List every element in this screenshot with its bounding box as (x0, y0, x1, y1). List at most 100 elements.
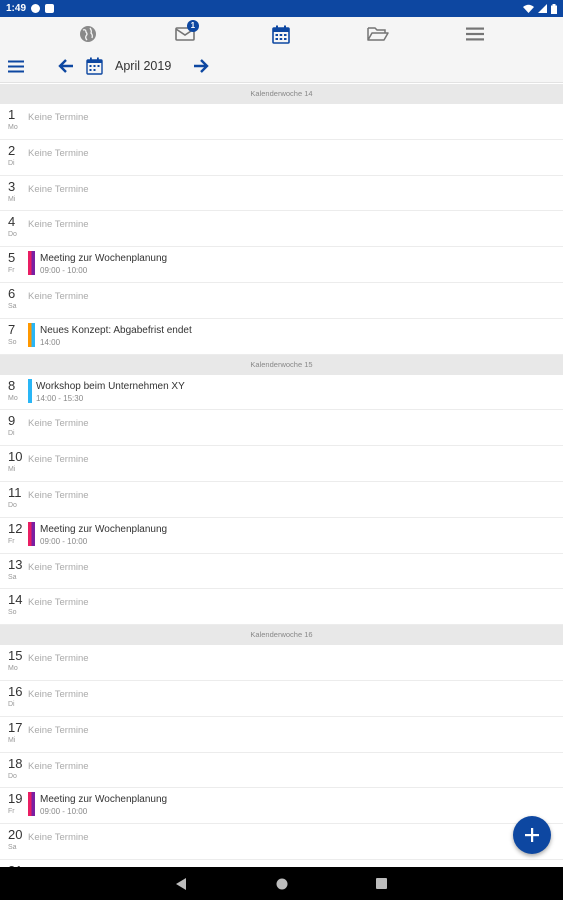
day-row[interactable]: 18 Do Keine Termine (0, 753, 563, 789)
plus-icon (525, 828, 539, 842)
calendar-list[interactable]: Kalenderwoche 14 1 Mo Keine Termine 2 Di Keine… (0, 84, 563, 867)
day-row[interactable]: 9 Di Keine Termine (0, 410, 563, 447)
system-nav-bar (0, 867, 563, 900)
day-number: 3 (8, 178, 16, 194)
arrow-left-icon[interactable] (56, 56, 76, 76)
day-row[interactable]: 19 Fr Meeting zur Wochenplanung 09:00 - 10:… (0, 788, 563, 825)
day-number: 12 (8, 520, 23, 536)
sd-card-icon (45, 4, 55, 13)
day-row[interactable]: 1 Mo Keine Termine (0, 104, 563, 140)
day-number: 20 (8, 827, 23, 843)
day-number: 15 (8, 648, 23, 664)
week-header: Kalenderwoche 15 (0, 354, 563, 375)
day-row[interactable]: 21SoKeine Termine (0, 860, 563, 867)
weekday-label: Mo (8, 665, 18, 673)
day-row[interactable]: 14 So Keine Termine (0, 589, 563, 626)
hamburger-icon[interactable] (6, 56, 26, 76)
day-row[interactable]: 6 Sa Keine Termine (0, 283, 563, 319)
add-event-button[interactable] (513, 816, 551, 854)
day-number: 2 (8, 142, 16, 158)
day-row[interactable]: 4 Do Keine Termine (0, 211, 563, 248)
day-row[interactable]: 20 Sa Keine Termine (0, 824, 563, 860)
mail-icon[interactable]: 1 (165, 19, 205, 49)
day-number: 13 (8, 556, 23, 572)
weekday-label: Di (8, 159, 15, 167)
day-number: 11 (8, 484, 22, 500)
weekday-label: Mi (8, 736, 16, 744)
event-title: Meeting zur Wochenplanung (40, 253, 168, 265)
no-events-label: Keine Termine (28, 147, 89, 159)
top-navigation: 1 (0, 17, 563, 51)
event-color-bar (28, 521, 35, 546)
event-color-bar (28, 322, 35, 347)
globe-icon[interactable] (68, 19, 108, 49)
day-row[interactable]: 8 Mo Workshop beim Unternehmen XY 14:00 - 1… (0, 375, 563, 411)
weekday-label: Fr (8, 808, 15, 816)
day-row[interactable]: 12 Fr Meeting zur Wochenplanung 09:00 - 10:… (0, 518, 563, 554)
no-events-label: Keine Termine (28, 760, 89, 772)
event-color-bar (28, 792, 35, 817)
day-number: 7 (8, 321, 16, 337)
no-events-label: Keine Termine (28, 219, 89, 231)
battery-icon (551, 3, 557, 14)
mail-badge: 1 (186, 20, 199, 32)
back-icon[interactable] (171, 873, 193, 895)
day-row[interactable]: 11 Do Keine Termine (0, 482, 563, 518)
day-number: 4 (8, 214, 16, 230)
weekday-label: Do (8, 772, 17, 780)
weekday-label: Sa (8, 573, 17, 581)
day-number: 6 (8, 285, 16, 301)
status-bar: 1:49 (0, 0, 563, 17)
day-row[interactable]: 7 So Neues Konzept: Abgabefrist endet 14:00 (0, 319, 563, 355)
week-header: Kalenderwoche 14 (0, 84, 563, 104)
weekday-label: Sa (8, 844, 17, 852)
wifi-icon (523, 4, 534, 13)
weekday-label: Do (8, 501, 17, 509)
day-row[interactable]: 3 Mi Keine Termine (0, 176, 563, 212)
day-row[interactable]: 2 Di Keine Termine (0, 140, 563, 176)
event-time: 14:00 (40, 337, 61, 347)
weekday-label: Di (8, 700, 15, 708)
weekday-label: Mo (8, 394, 18, 402)
calendar-small-icon[interactable] (84, 56, 104, 76)
day-number: 9 (8, 413, 16, 429)
weekday-label: So (8, 609, 17, 617)
weekday-label: Do (8, 231, 17, 239)
event-color-bar (28, 378, 32, 403)
day-number: 17 (8, 719, 23, 735)
event-time: 09:00 - 10:00 (40, 807, 88, 817)
event-title: Meeting zur Wochenplanung (40, 794, 168, 806)
day-number: 16 (8, 683, 23, 699)
day-row[interactable]: 5 Fr Meeting zur Wochenplanung 09:00 - 10:0… (0, 247, 563, 283)
no-events-label: Keine Termine (28, 724, 89, 736)
month-label[interactable]: April 2019 (115, 59, 171, 73)
event-title: Meeting zur Wochenplanung (40, 523, 168, 535)
day-row[interactable]: 10 Mi Keine Termine (0, 446, 563, 482)
folder-icon[interactable] (358, 19, 398, 49)
event-title: Workshop beim Unternehmen XY (36, 380, 185, 392)
event-time: 14:00 - 15:30 (36, 393, 84, 403)
weekday-label: Fr (8, 537, 15, 545)
no-events-label: Keine Termine (28, 653, 89, 665)
home-icon[interactable] (271, 873, 293, 895)
calendar-icon[interactable] (261, 19, 301, 49)
event-color-bar (28, 251, 35, 276)
recents-icon[interactable] (371, 873, 393, 895)
weekday-label: Di (8, 430, 15, 438)
day-row[interactable]: 16 Di Keine Termine (0, 681, 563, 717)
day-number: 1 (8, 107, 16, 122)
no-events-label: Keine Termine (28, 489, 89, 501)
weekday-label: Mi (8, 466, 16, 474)
day-row[interactable]: 13 Sa Keine Termine (0, 554, 563, 590)
no-events-label: Keine Termine (28, 597, 89, 609)
arrow-right-icon[interactable] (191, 56, 211, 76)
no-events-label: Keine Termine (28, 561, 89, 573)
week-header: Kalenderwoche 16 (0, 625, 563, 646)
no-events-label: Keine Termine (28, 112, 89, 123)
no-events-label: Keine Termine (28, 688, 89, 700)
day-number: 5 (8, 250, 16, 266)
menu-icon[interactable] (455, 19, 495, 49)
status-time: 1:49 (6, 3, 27, 14)
day-row[interactable]: 15 Mo Keine Termine (0, 645, 563, 681)
day-row[interactable]: 17 Mi Keine Termine (0, 717, 563, 753)
